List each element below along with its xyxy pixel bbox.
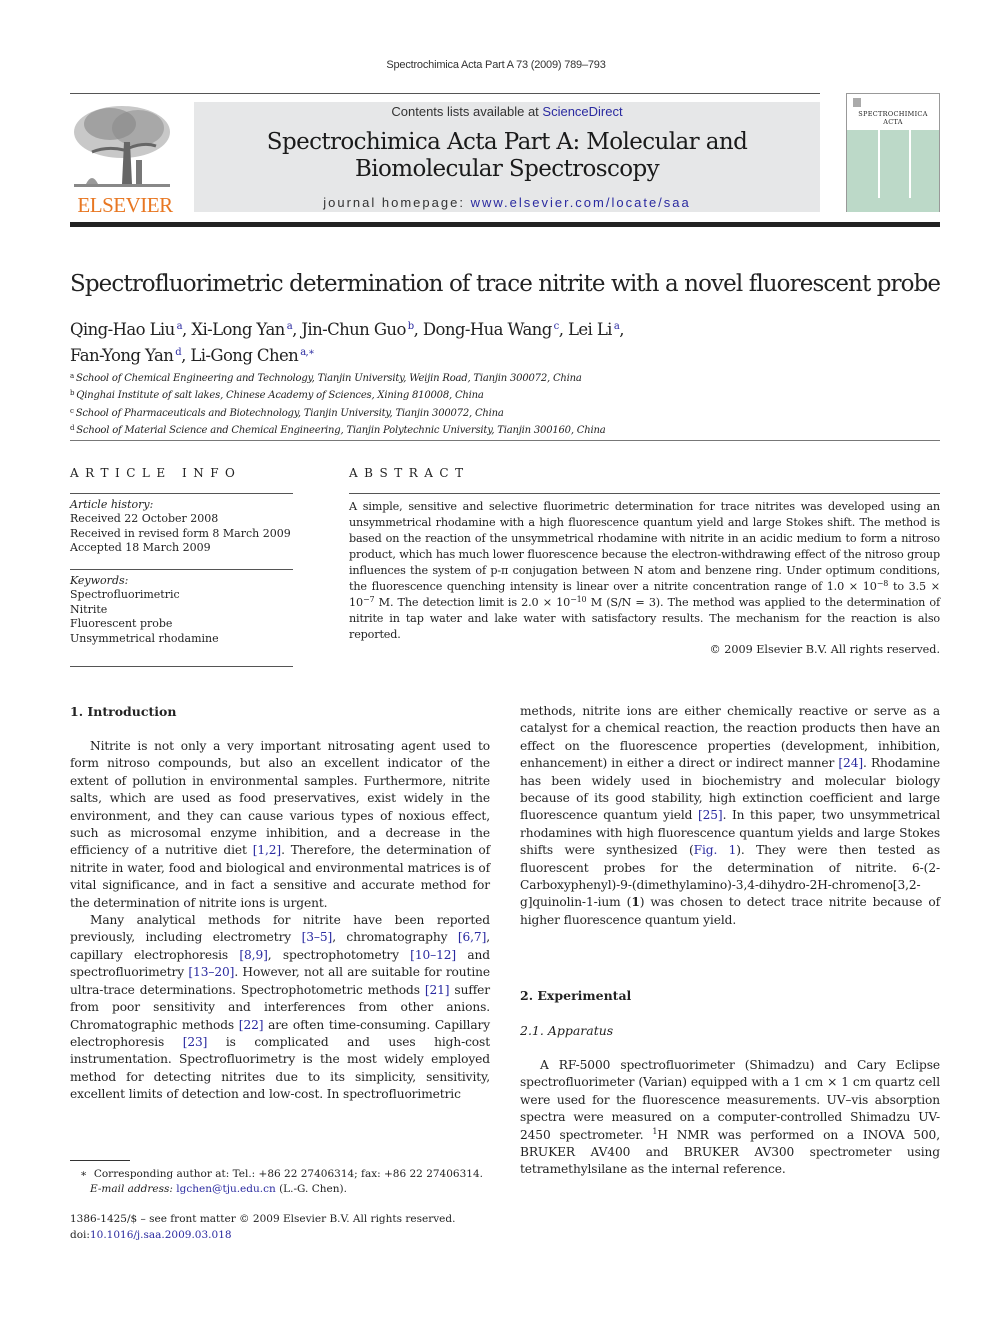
- author: Dong-Hua Wang c,: [422, 320, 568, 339]
- author: Li-Gong Chen a,∗: [190, 346, 315, 365]
- cover-title-line1: SPECTROCHIMICA: [858, 110, 928, 118]
- header-thick-rule: [70, 222, 940, 227]
- front-matter: 1386-1425/$ – see front matter © 2009 El…: [70, 1211, 510, 1243]
- corresponding-author-footnote: ∗ Corresponding author at: Tel.: +86 22 …: [80, 1167, 500, 1196]
- citation-link[interactable]: [8,9]: [239, 948, 268, 962]
- contents-prefix: Contents lists available at: [391, 104, 543, 119]
- citation-link[interactable]: [23]: [183, 1035, 208, 1049]
- affiliations: a School of Chemical Engineering and Tech…: [70, 369, 930, 439]
- journal-title-line1: Spectrochimica Acta Part A: Molecular an…: [266, 129, 748, 155]
- citation-link[interactable]: [21]: [425, 983, 450, 997]
- history-item: Received in revised form 8 March 2009: [70, 526, 291, 540]
- citation-link[interactable]: [25]: [698, 808, 723, 822]
- keywords-label: Keywords:: [70, 574, 129, 587]
- author: Jin-Chun Guo b,: [301, 320, 423, 339]
- abstract-rule: [349, 493, 940, 494]
- footnote-contact: ∗ Corresponding author at: Tel.: +86 22 …: [80, 1168, 483, 1180]
- citation-link[interactable]: [24]: [838, 756, 863, 770]
- keyword: Fluorescent probe: [70, 617, 173, 631]
- article-history: Article history: Received 22 October 200…: [70, 498, 295, 556]
- section-divider: [70, 440, 940, 441]
- abstract-text: A simple, sensitive and selective fluori…: [349, 500, 940, 641]
- author: Xi-Long Yan a,: [191, 320, 302, 339]
- article-info-rule: [70, 493, 293, 494]
- keyword: Unsymmetrical rhodamine: [70, 631, 219, 645]
- keywords: Keywords: Spectrofluorimetric Nitrite Fl…: [70, 574, 295, 646]
- affiliation: c School of Pharmaceuticals and Biotechno…: [70, 406, 504, 419]
- affiliation-link[interactable]: a,∗: [300, 347, 315, 358]
- article-title: Spectrofluorimetric determination of tra…: [70, 271, 941, 297]
- author: Lei Li a,: [567, 320, 624, 339]
- affiliation: d School of Material Science and Chemical…: [70, 424, 606, 437]
- subsection-heading-apparatus: 2.1. Apparatus: [520, 1023, 614, 1038]
- keyword: Nitrite: [70, 602, 108, 616]
- paragraph: Nitrite is not only a very important nit…: [70, 739, 490, 910]
- author: Fan-Yong Yan d,: [70, 346, 191, 365]
- affiliation: a School of Chemical Engineering and Tech…: [70, 372, 582, 384]
- author: Qing-Hao Liu a,: [70, 320, 192, 339]
- article-info-heading: ARTICLE INFO: [70, 466, 242, 480]
- journal-title: Spectrochimica Acta Part A: Molecular an…: [194, 129, 820, 183]
- cover-stripe: [878, 130, 880, 198]
- journal-homepage: journal homepage: www.elsevier.com/locat…: [194, 195, 820, 210]
- cover-title-line2: ACTA: [883, 118, 903, 126]
- right-column: methods, nitrite ions are either chemica…: [520, 703, 940, 929]
- figure-link[interactable]: Fig. 1: [694, 843, 737, 857]
- journal-cover-thumbnail: SPECTROCHIMICA ACTA: [846, 93, 940, 212]
- section-heading-experimental: 2. Experimental: [520, 988, 632, 1003]
- cover-title: SPECTROCHIMICA ACTA: [847, 110, 939, 126]
- cover-stripe: [909, 130, 911, 198]
- cover-logo-icon: [853, 98, 861, 107]
- footnote-rule: [70, 1160, 130, 1161]
- journal-title-line2: Biomolecular Spectroscopy: [354, 156, 660, 182]
- footnote-email: E-mail address: lgchen@tju.edu.cn (L.-G.…: [90, 1182, 347, 1195]
- left-column: Nitrite is not only a very important nit…: [70, 738, 490, 1104]
- paragraph: Many analytical methods for nitrite have…: [70, 913, 491, 1102]
- sciencedirect-link[interactable]: ScienceDirect: [542, 104, 622, 119]
- top-rule: [70, 93, 820, 94]
- apparatus-section: A RF-5000 spectrofluorimeter (Shimadzu) …: [520, 1057, 940, 1179]
- email-link[interactable]: lgchen@tju.edu.cn: [176, 1183, 275, 1195]
- citation-link[interactable]: [10–12]: [410, 948, 456, 962]
- journal-banner: Contents lists available at ScienceDirec…: [194, 102, 820, 212]
- history-item: Accepted 18 March 2009: [70, 541, 211, 555]
- elsevier-tree-icon: [74, 106, 170, 187]
- compound-number: 1: [631, 895, 640, 910]
- affiliation: b Qinghai Institute of salt lakes, Chines…: [70, 389, 484, 402]
- article-history-label: Article history:: [70, 498, 154, 511]
- section-heading-introduction: 1. Introduction: [70, 704, 177, 719]
- article-info-rule: [70, 666, 293, 667]
- citation-link[interactable]: [13–20]: [188, 965, 234, 979]
- homepage-prefix: journal homepage:: [323, 195, 471, 210]
- cover-body: [847, 130, 939, 212]
- abstract-copyright: © 2009 Elsevier B.V. All rights reserved…: [709, 643, 940, 656]
- citation-link[interactable]: [1,2]: [253, 843, 282, 857]
- doi-line: doi:10.1016/j.saa.2009.03.018: [70, 1229, 232, 1241]
- homepage-link[interactable]: www.elsevier.com/locate/saa: [471, 195, 691, 210]
- issn-line: 1386-1425/$ – see front matter © 2009 El…: [70, 1213, 456, 1225]
- doi-link[interactable]: 10.1016/j.saa.2009.03.018: [90, 1229, 232, 1241]
- running-head: Spectrochimica Acta Part A 73 (2009) 789…: [386, 59, 606, 71]
- paragraph: A RF-5000 spectrofluorimeter (Shimadzu) …: [520, 1058, 940, 1177]
- keyword: Spectrofluorimetric: [70, 588, 180, 602]
- citation-link[interactable]: [6,7]: [458, 930, 487, 944]
- abstract-heading: ABSTRACT: [349, 466, 470, 480]
- citation-link[interactable]: [3–5]: [302, 930, 333, 944]
- paragraph: methods, nitrite ions are either chemica…: [520, 704, 940, 927]
- history-item: Received 22 October 2008: [70, 512, 219, 526]
- contents-line: Contents lists available at ScienceDirec…: [194, 104, 820, 119]
- elsevier-wordmark: ELSEVIER: [77, 193, 173, 217]
- footnote-marker: ∗: [80, 1168, 88, 1180]
- author-list: Qing-Hao Liu a, Xi-Long Yan a, Jin-Chun Gu…: [70, 315, 930, 367]
- citation-link[interactable]: [22]: [239, 1018, 264, 1032]
- elsevier-logo: ELSEVIER: [70, 100, 180, 217]
- article-info-rule: [70, 569, 293, 570]
